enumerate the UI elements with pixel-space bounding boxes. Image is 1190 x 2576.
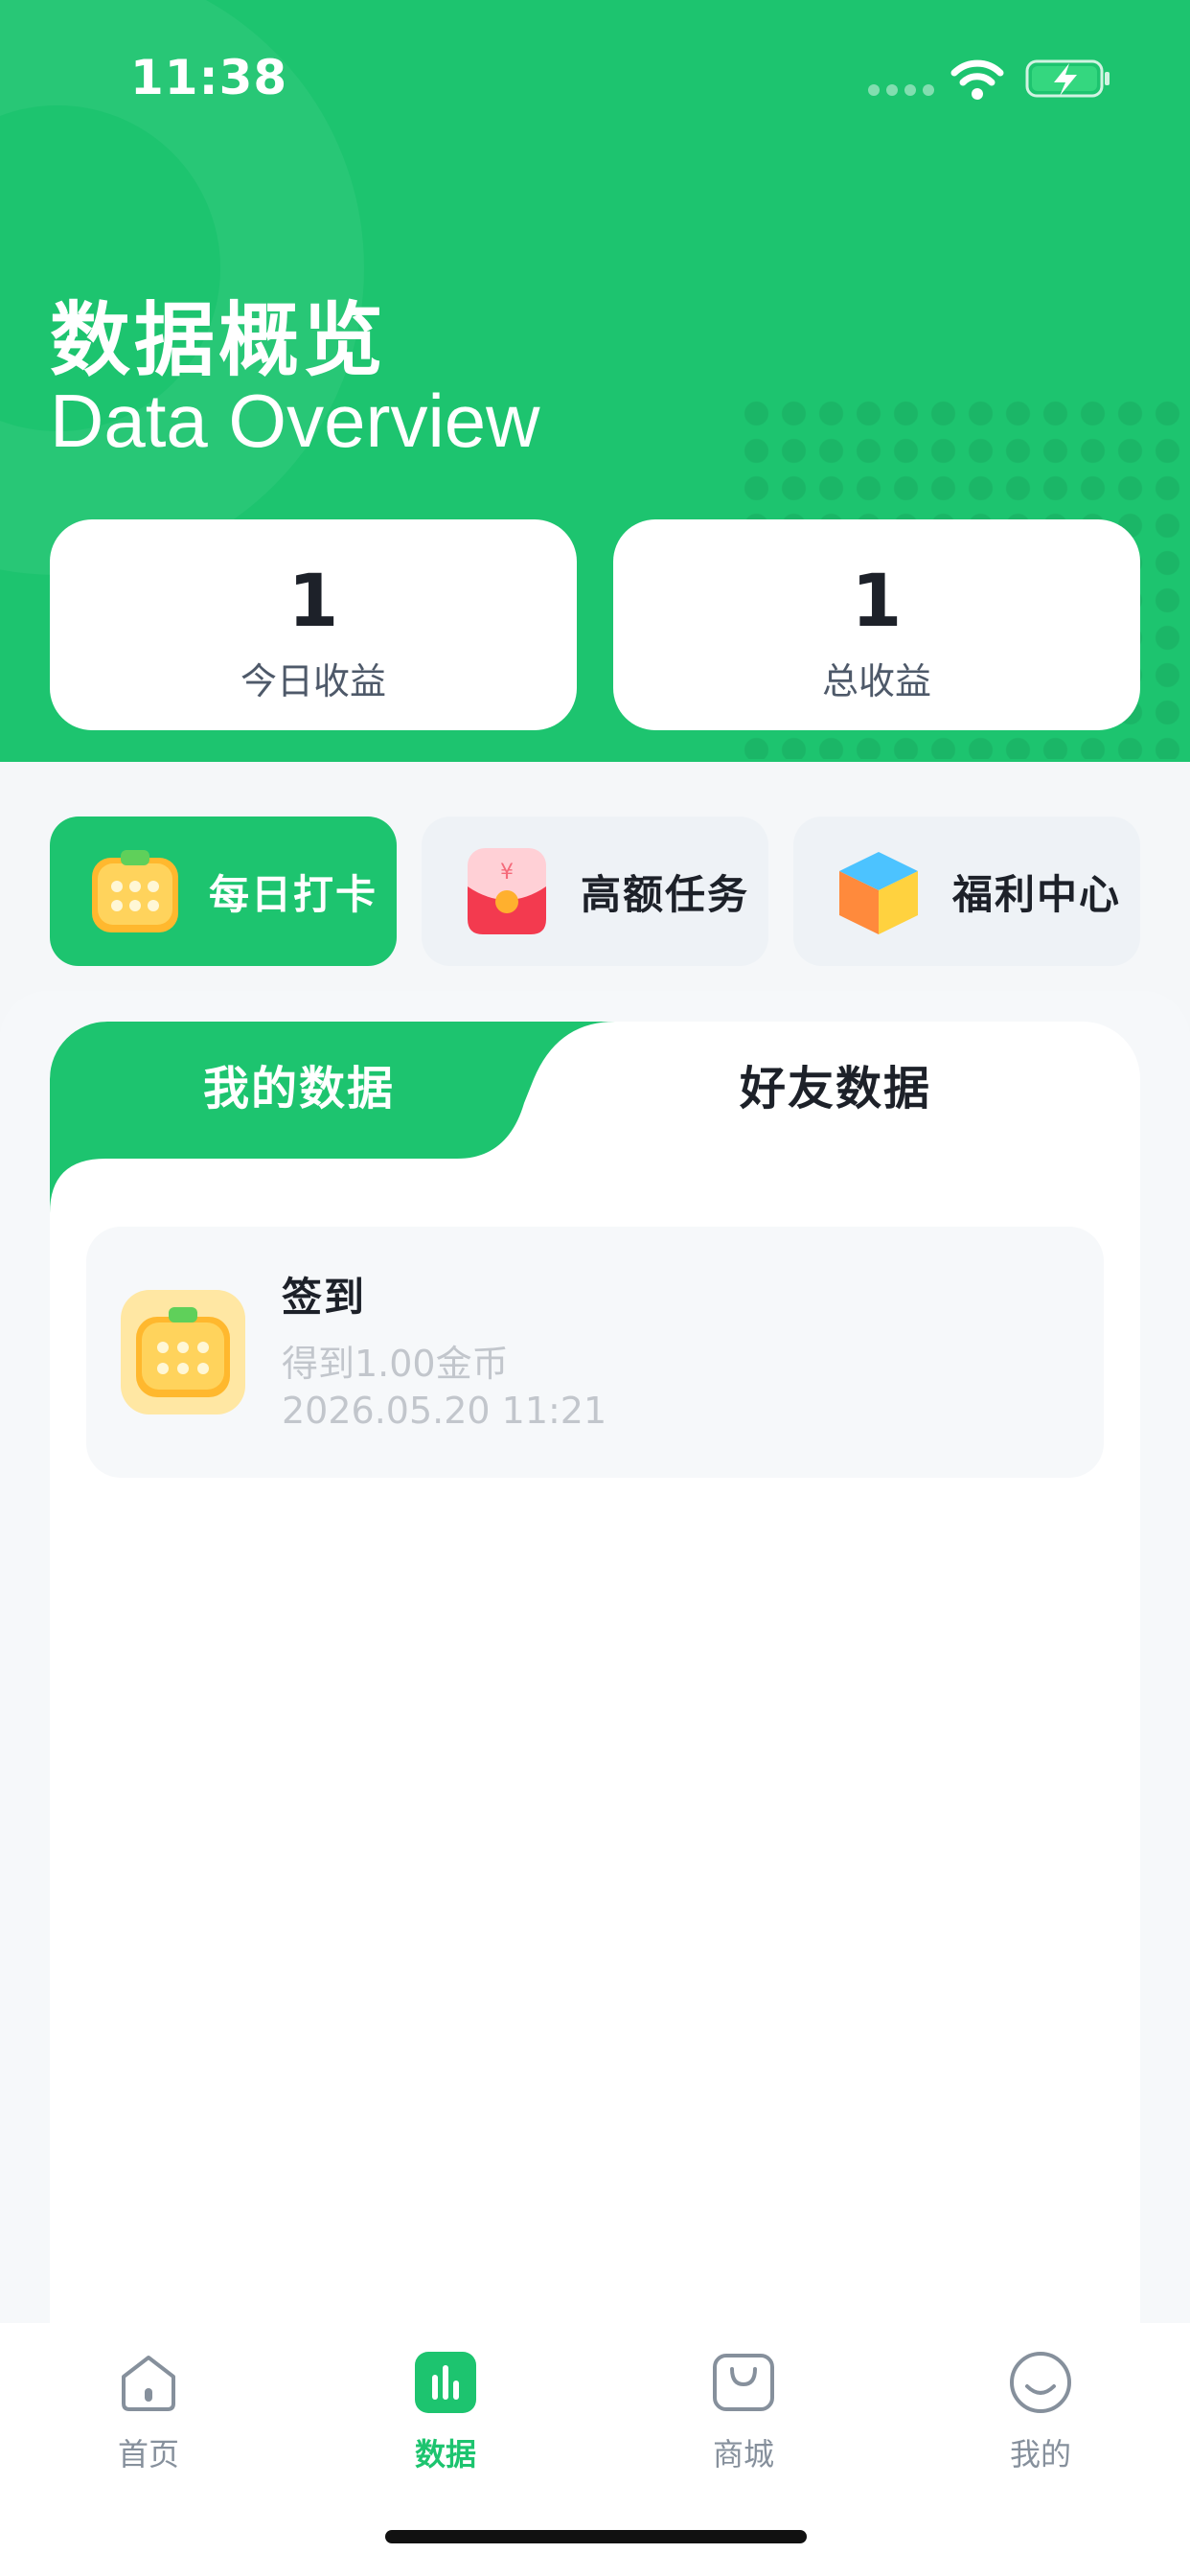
stat-card-today-earnings: 1 今日收益 (50, 519, 577, 730)
smile-face-icon (1010, 2352, 1071, 2413)
calendar-icon (92, 850, 178, 932)
shopping-bag-icon (713, 2354, 774, 2411)
stat-label: 总收益 (821, 660, 931, 702)
svg-text:¥: ¥ (500, 861, 514, 885)
nav-label: 我的 (1009, 2436, 1071, 2472)
stat-value: 1 (287, 558, 339, 643)
tab-my-data[interactable]: 我的数据 (107, 1050, 491, 1127)
nav-item-data[interactable]: 数据 (350, 2348, 541, 2474)
chart-icon (415, 2352, 476, 2413)
list-item[interactable]: 签到 得到1.00金币 2026.05.20 11:21 (86, 1227, 1104, 1478)
quick-action-label: 高额任务 (581, 870, 750, 918)
page-title: 数据概览 (50, 293, 388, 387)
header: 11:38 数据概览 Data Overview 1 今日收益 1 总收益 (0, 0, 1190, 762)
stat-value: 1 (851, 558, 903, 643)
quick-action-high-reward-task[interactable]: ¥ 高额任务 (422, 816, 768, 966)
home-icon (122, 2356, 175, 2411)
calendar-icon (121, 1290, 245, 1414)
gift-cube-icon (839, 852, 918, 934)
wifi-icon (950, 59, 1004, 100)
record-title: 签到 (282, 1274, 367, 1321)
quick-action-label: 福利中心 (952, 870, 1122, 918)
nav-label: 首页 (117, 2436, 179, 2472)
stat-card-total-earnings: 1 总收益 (613, 519, 1140, 730)
record-timestamp: 2026.05.20 11:21 (282, 1390, 607, 1432)
tab-friend-data[interactable]: 好友数据 (644, 1050, 1027, 1127)
quick-action-welfare-center[interactable]: 福利中心 (793, 816, 1140, 966)
nav-label: 数据 (414, 2436, 476, 2472)
nav-item-mine[interactable]: 我的 (945, 2348, 1136, 2474)
red-envelope-icon: ¥ (468, 848, 546, 934)
page-subtitle: Data Overview (50, 379, 540, 463)
quick-action-daily-checkin[interactable]: 每日打卡 (50, 816, 397, 966)
nav-label: 商城 (712, 2436, 774, 2472)
battery-charging-icon (1025, 59, 1110, 98)
status-time: 11:38 (130, 50, 288, 105)
nav-item-home[interactable]: 首页 (53, 2348, 244, 2474)
nav-item-mall[interactable]: 商城 (648, 2348, 839, 2474)
stat-label: 今日收益 (240, 660, 386, 702)
record-description: 得到1.00金币 (282, 1343, 509, 1385)
home-indicator[interactable] (385, 2530, 807, 2543)
cellular-signal-icon (868, 84, 934, 96)
quick-action-label: 每日打卡 (209, 870, 378, 918)
